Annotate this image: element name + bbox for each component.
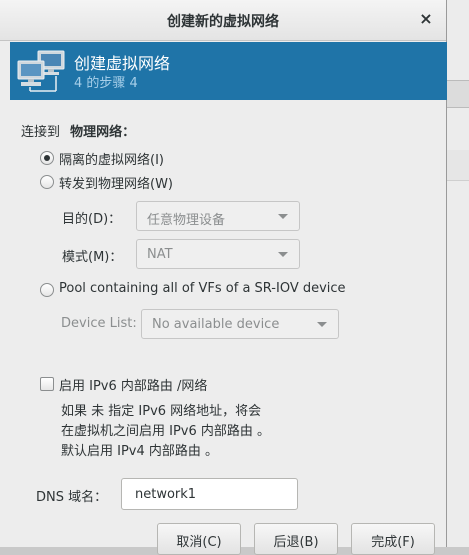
forward-physical-radio[interactable] xyxy=(40,175,54,189)
connect-target: 物理网络： xyxy=(70,125,136,140)
mode-combo[interactable]: NAT xyxy=(136,239,300,269)
destination-combo[interactable]: 任意物理设备 xyxy=(136,201,300,231)
device-list-combo[interactable]: No available device xyxy=(141,309,339,339)
device-list-label: Device List: xyxy=(61,316,137,331)
connect-prefix: 连接到 xyxy=(21,125,61,140)
dialog-title: 创建新的虚拟网络 xyxy=(167,14,279,30)
mode-value: NAT xyxy=(147,247,173,262)
forward-physical-label[interactable]: 转发到物理网络(W) xyxy=(59,173,173,192)
connect-to-row: 连接到 物理网络： xyxy=(21,121,135,140)
chevron-down-icon xyxy=(317,322,327,327)
dialog-titlebar: 创建新的虚拟网络 × xyxy=(0,0,446,41)
close-icon[interactable]: × xyxy=(417,9,435,28)
chevron-down-icon xyxy=(278,214,288,219)
banner-step: 4 的步骤 4 xyxy=(74,76,138,91)
banner-title: 创建虚拟网络 xyxy=(74,54,171,73)
dns-domain-label: DNS 域名： xyxy=(36,490,108,505)
ipv6-help-line-1: 如果 未 指定 IPv6 网络地址，将会 xyxy=(61,404,262,419)
sriov-pool-label[interactable]: Pool containing all of VFs of a SR-IOV d… xyxy=(59,281,346,296)
ipv6-help-line-3: 默认启用 IPv4 内部路由 。 xyxy=(61,444,219,459)
back-button[interactable]: 后退(B) xyxy=(254,523,338,555)
create-network-dialog: 创建新的虚拟网络 × 创建虚拟网络 4 的步骤 4 连接到 物理网络： 隔离的虚… xyxy=(0,0,447,555)
ipv6-enable-checkbox[interactable] xyxy=(40,377,54,391)
mode-label: 模式(M)： xyxy=(62,250,123,265)
background-toolbar xyxy=(447,80,469,108)
isolated-network-radio[interactable] xyxy=(40,151,54,165)
finish-button[interactable]: 完成(F) xyxy=(351,523,435,555)
dns-domain-input[interactable]: network1 xyxy=(121,478,298,510)
background-window xyxy=(447,0,469,547)
destination-value: 任意物理设备 xyxy=(147,213,226,228)
ipv6-help-line-2: 在虚拟机之间启用 IPv6 内部路由 。 xyxy=(61,424,271,439)
ipv6-enable-label[interactable]: 启用 IPv6 内部路由 /网络 xyxy=(59,375,207,394)
chevron-down-icon xyxy=(278,252,288,257)
dns-domain-value: network1 xyxy=(135,487,197,502)
network-computers-icon xyxy=(17,50,65,92)
wizard-banner: 创建虚拟网络 4 的步骤 4 xyxy=(10,42,447,100)
device-list-value: No available device xyxy=(152,317,280,332)
isolated-network-label[interactable]: 隔离的虚拟网络(I) xyxy=(59,149,164,168)
sriov-pool-radio[interactable] xyxy=(40,283,54,297)
destination-label: 目的(D)： xyxy=(62,212,122,227)
cancel-button[interactable]: 取消(C) xyxy=(157,523,241,555)
background-panel xyxy=(447,150,469,181)
